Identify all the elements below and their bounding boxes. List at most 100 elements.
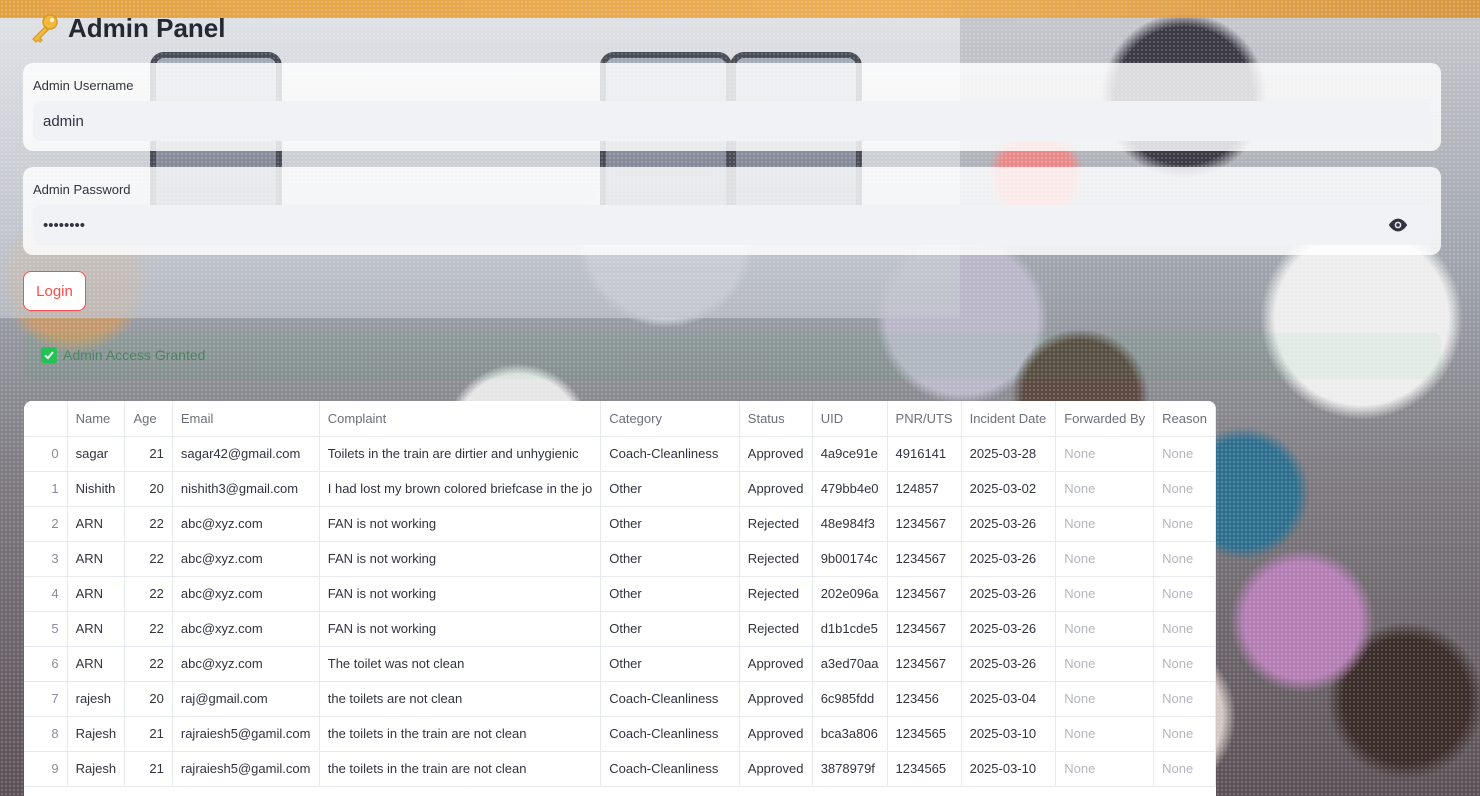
cell-complaint: FAN is not working: [319, 541, 602, 577]
cell-uid: bca3a806: [812, 716, 888, 752]
cell-uid: 4a9ce91e: [812, 436, 888, 472]
column-header-complaint[interactable]: Complaint: [319, 401, 602, 437]
cell-age: 22: [124, 506, 173, 542]
cell-status: Rejected: [739, 576, 813, 612]
cell-pnr: 1234567: [887, 611, 962, 647]
cell-name: Nishith: [67, 471, 126, 507]
table-row[interactable]: 5 ARN 22 abc@xyz.com FAN is not working …: [24, 611, 1216, 647]
cell-name: ARN: [67, 541, 126, 577]
success-message: Admin Access Granted: [63, 347, 206, 363]
cell-category: Coach-Cleanliness: [600, 436, 740, 472]
cell-email: abc@xyz.com: [172, 541, 320, 577]
username-input[interactable]: [33, 101, 1431, 141]
table-row[interactable]: 0 sagar 21 sagar42@gmail.com Toilets in …: [24, 436, 1216, 472]
column-header-index[interactable]: [24, 401, 68, 437]
cell-incident-date: 2025-03-26: [961, 506, 1057, 542]
cell-category: Other: [600, 471, 740, 507]
table-row[interactable]: 9 Rajesh 21 rajraiesh5@gamil.com the toi…: [24, 751, 1216, 787]
column-header-status[interactable]: Status: [739, 401, 813, 437]
column-header-reason[interactable]: Reason: [1153, 401, 1216, 437]
column-header-forwarded-by[interactable]: Forwarded By: [1055, 401, 1155, 437]
table-row[interactable]: 8 Rajesh 21 rajraiesh5@gamil.com the toi…: [24, 716, 1216, 752]
cell-incident-date: 2025-03-26: [961, 646, 1057, 682]
login-button[interactable]: Login: [23, 271, 86, 311]
cell-category: Coach-Cleanliness: [600, 751, 740, 787]
cell-index: 1: [24, 471, 68, 507]
cell-complaint: FAN is not working: [319, 611, 602, 647]
column-header-name[interactable]: Name: [67, 401, 126, 437]
success-alert: Admin Access Granted: [23, 333, 1441, 379]
cell-complaint: the toilets are not clean: [319, 681, 602, 717]
column-header-age[interactable]: Age: [124, 401, 173, 437]
cell-age: 22: [124, 646, 173, 682]
cell-email: rajraiesh5@gamil.com: [172, 751, 320, 787]
password-label: Admin Password: [33, 182, 131, 197]
cell-forwarded-by: None: [1055, 646, 1155, 682]
cell-name: ARN: [67, 506, 126, 542]
cell-category: Other: [600, 611, 740, 647]
cell-age: 21: [124, 751, 173, 787]
cell-age: 21: [124, 716, 173, 752]
cell-pnr: 1234567: [887, 541, 962, 577]
table-row[interactable]: 4 ARN 22 abc@xyz.com FAN is not working …: [24, 576, 1216, 612]
cell-age: 22: [124, 576, 173, 612]
complaints-table[interactable]: Name Age Email Complaint Category Status…: [24, 401, 1216, 796]
table-row[interactable]: 7 rajesh 20 raj@gmail.com the toilets ar…: [24, 681, 1216, 717]
table-header-row: Name Age Email Complaint Category Status…: [24, 401, 1216, 437]
cell-reason: None: [1153, 506, 1216, 542]
cell-complaint: Toilets in the train are dirtier and unh…: [319, 436, 602, 472]
cell-name: Rajesh: [67, 751, 126, 787]
cell-category: Other: [600, 646, 740, 682]
cell-category: Coach-Cleanliness: [600, 681, 740, 717]
eye-icon[interactable]: [1387, 214, 1409, 236]
cell-index: 8: [24, 716, 68, 752]
cell-status: Approved: [739, 436, 813, 472]
data-table: Name Age Email Complaint Category Status…: [24, 401, 1216, 787]
cell-email: nishith3@gmail.com: [172, 471, 320, 507]
cell-pnr: 1234567: [887, 646, 962, 682]
cell-forwarded-by: None: [1055, 506, 1155, 542]
cell-status: Rejected: [739, 541, 813, 577]
password-card: Admin Password: [23, 167, 1441, 255]
cell-uid: 6c985fdd: [812, 681, 888, 717]
column-header-uid[interactable]: UID: [812, 401, 888, 437]
cell-pnr: 1234565: [887, 716, 962, 752]
cell-status: Rejected: [739, 506, 813, 542]
cell-incident-date: 2025-03-26: [961, 541, 1057, 577]
cell-complaint: I had lost my brown colored briefcase in…: [319, 471, 602, 507]
table-row[interactable]: 1 Nishith 20 nishith3@gmail.com I had lo…: [24, 471, 1216, 507]
cell-category: Other: [600, 506, 740, 542]
cell-forwarded-by: None: [1055, 471, 1155, 507]
page-title: Admin Panel: [28, 12, 225, 44]
key-icon: [32, 14, 58, 43]
cell-age: 20: [124, 681, 173, 717]
cell-status: Approved: [739, 716, 813, 752]
cell-uid: 202e096a: [812, 576, 888, 612]
cell-pnr: 123456: [887, 681, 962, 717]
cell-status: Approved: [739, 751, 813, 787]
cell-category: Coach-Cleanliness: [600, 716, 740, 752]
cell-status: Approved: [739, 681, 813, 717]
cell-category: Other: [600, 541, 740, 577]
table-row[interactable]: 2 ARN 22 abc@xyz.com FAN is not working …: [24, 506, 1216, 542]
cell-email: abc@xyz.com: [172, 646, 320, 682]
cell-reason: None: [1153, 576, 1216, 612]
cell-pnr: 4916141: [887, 436, 962, 472]
cell-forwarded-by: None: [1055, 611, 1155, 647]
column-header-incident-date[interactable]: Incident Date: [961, 401, 1057, 437]
password-input[interactable]: [33, 205, 1431, 245]
cell-reason: None: [1153, 541, 1216, 577]
table-row[interactable]: 3 ARN 22 abc@xyz.com FAN is not working …: [24, 541, 1216, 577]
column-header-pnr[interactable]: PNR/UTS: [887, 401, 962, 437]
cell-complaint: FAN is not working: [319, 506, 602, 542]
cell-email: abc@xyz.com: [172, 506, 320, 542]
cell-incident-date: 2025-03-10: [961, 716, 1057, 752]
admin-page: Admin Panel Admin Username Admin Passwor…: [0, 0, 1480, 796]
column-header-category[interactable]: Category: [600, 401, 740, 437]
column-header-email[interactable]: Email: [172, 401, 320, 437]
success-row: Admin Access Granted: [41, 347, 205, 363]
cell-forwarded-by: None: [1055, 681, 1155, 717]
cell-incident-date: 2025-03-26: [961, 576, 1057, 612]
cell-email: raj@gmail.com: [172, 681, 320, 717]
table-row[interactable]: 6 ARN 22 abc@xyz.com The toilet was not …: [24, 646, 1216, 682]
